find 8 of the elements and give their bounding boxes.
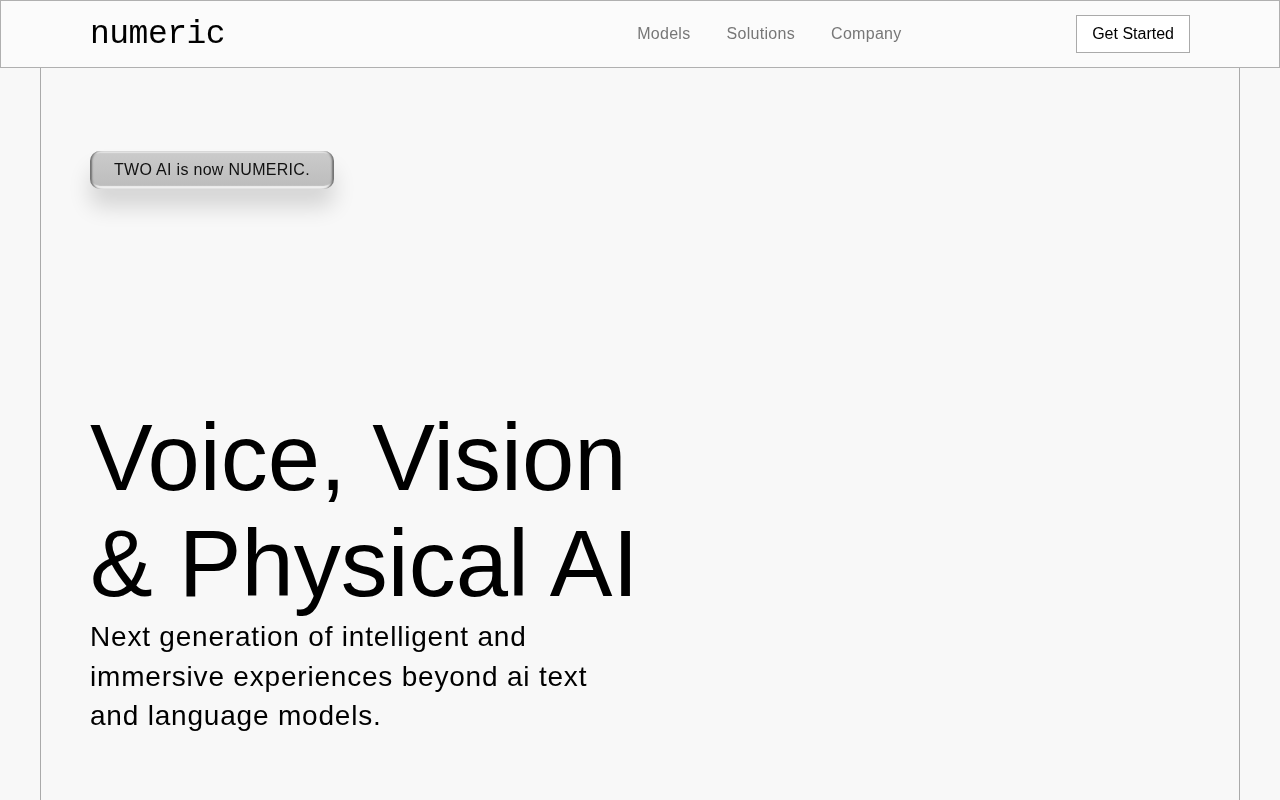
nav-link[interactable]: Company xyxy=(831,24,902,44)
hero-subheadline: Next generation of intelligent and immersive experiences beyond ai text and language models. xyxy=(90,620,589,733)
nav-link[interactable]: Models xyxy=(637,24,691,44)
nav-link[interactable]: Solutions xyxy=(726,24,796,44)
announcement-badge[interactable]: TWO AI is now NUMERIC. xyxy=(90,151,334,189)
logo[interactable]: numeric xyxy=(90,17,226,51)
hero-headline: Voice, Vision & Physical AI xyxy=(90,405,640,617)
get-started-button[interactable]: Get Started xyxy=(1076,15,1190,53)
